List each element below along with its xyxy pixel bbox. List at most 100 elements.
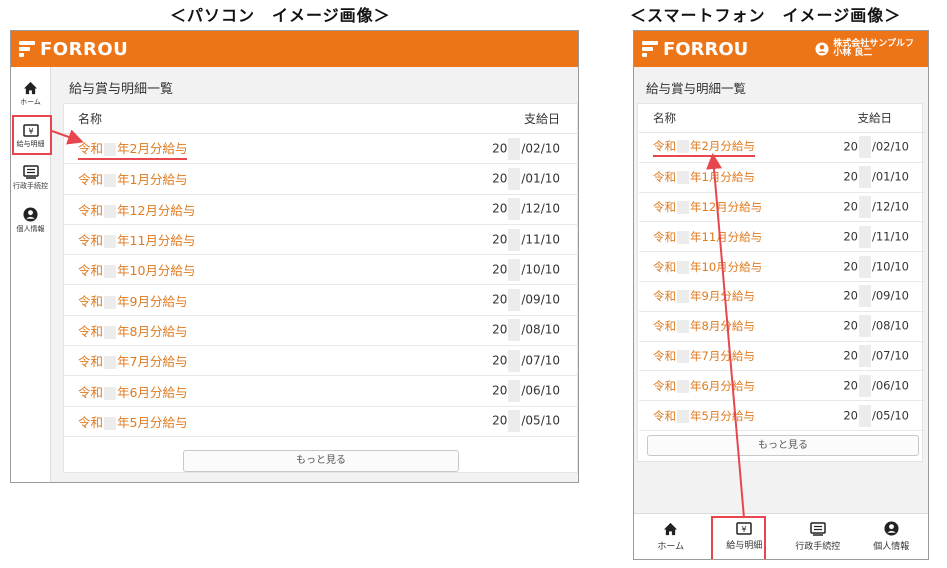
payslip-list: 名称 支給日 令和 年2月分給与 20/02/10 令和 年1月分給与 20/01/10 令… [63, 103, 578, 473]
user-menu[interactable]: 株式会社サンプルフ 小林 良二 [815, 40, 914, 58]
payslip-link[interactable]: 令和 年9月分給与 [78, 291, 187, 310]
home-icon [664, 522, 678, 535]
payslip-list: 名称 支給日 令和 年2月分給与 20/02/10 令和 年1月分給与 20/01/10 令… [637, 103, 925, 462]
table-row[interactable]: 令和 年8月分給与 20/08/10 [64, 316, 577, 347]
payslip-link[interactable]: 令和 年11月分給与 [78, 230, 195, 249]
table-row[interactable]: 令和 年5月分給与 20/05/10 [639, 401, 925, 431]
sidebar-item-home[interactable]: ホーム [11, 73, 50, 115]
table-row[interactable]: 令和 年2月分給与 20/02/10 [639, 133, 925, 163]
pay-date: 20/07/10 [843, 344, 909, 367]
pay-month-day: /09/10 [521, 292, 560, 307]
table-row[interactable]: 令和 年8月分給与 20/08/10 [639, 312, 925, 342]
masked-value [677, 349, 689, 363]
pay-date: 20/07/10 [492, 349, 560, 372]
pay-month-day: /12/10 [871, 199, 909, 214]
payslip-link[interactable]: 令和 年7月分給与 [78, 351, 187, 370]
masked-value [104, 174, 117, 188]
table-row[interactable]: 令和 年6月分給与 20/06/10 [639, 371, 925, 402]
payslip-link[interactable]: 令和 年6月分給与 [653, 378, 755, 394]
sidebar-item-payslip[interactable]: ¥ 給与明細 [11, 115, 52, 157]
payslip-link[interactable]: 令和 年12月分給与 [653, 199, 762, 215]
sidebar-item-personal[interactable]: 個人情報 [11, 199, 50, 241]
payslip-link[interactable]: 令和 年5月分給与 [653, 408, 755, 424]
payslip-link[interactable]: 令和 年10月分給与 [653, 259, 762, 275]
era-label: 令和 [653, 229, 676, 244]
table-row[interactable]: 令和 年5月分給与 20/05/10 [64, 407, 577, 437]
masked-value [858, 285, 871, 308]
table-row[interactable]: 令和 年9月分給与 20/09/10 [64, 285, 577, 316]
table-row[interactable]: 令和 年7月分給与 20/07/10 [64, 346, 577, 377]
yen-icon: ¥ [22, 123, 39, 137]
payslip-name: 年9月分給与 [117, 293, 188, 309]
payslip-name: 年10月分給与 [117, 263, 196, 279]
payslip-link[interactable]: 令和 年9月分給与 [653, 288, 755, 304]
masked-value [858, 136, 871, 159]
bottom-nav-personal[interactable]: 個人情報 [855, 514, 929, 559]
payslip-name: 年7月分給与 [117, 354, 188, 370]
payslip-link[interactable]: 令和 年1月分給与 [78, 169, 187, 188]
payslip-link[interactable]: 令和 年10月分給与 [78, 260, 195, 279]
table-row[interactable]: 令和 年7月分給与 20/07/10 [639, 342, 925, 372]
table-row[interactable]: 令和 年10月分給与 20/10/10 [639, 252, 925, 282]
masked-value [677, 260, 689, 274]
smartphone-screen: FORROU 株式会社サンプルフ 小林 良二 給与賞与明細一覧 名称 支給日 令… [633, 30, 929, 560]
logo[interactable]: FORROU [642, 39, 748, 60]
column-date-header: 支給日 [857, 111, 893, 125]
era-label: 令和 [78, 263, 104, 279]
era-label: 令和 [653, 138, 676, 153]
payslip-name: 年2月分給与 [690, 138, 755, 153]
payslip-name: 年11月分給与 [117, 233, 196, 249]
pay-month-day: /11/10 [521, 232, 560, 247]
sidebar: ホーム ¥ 給与明細 行政手続控 個人情報 [11, 67, 52, 482]
payslip-link[interactable]: 令和 年7月分給与 [653, 348, 755, 364]
pay-month-day: /11/10 [871, 229, 909, 244]
payslip-link[interactable]: 令和 年1月分給与 [653, 169, 755, 185]
table-row[interactable]: 令和 年2月分給与 20/02/10 [64, 134, 577, 165]
bottom-nav-procedures[interactable]: 行政手続控 [781, 514, 855, 559]
payslip-link[interactable]: 令和 年8月分給与 [78, 321, 187, 340]
sidebar-item-procedures[interactable]: 行政手続控 [11, 157, 50, 199]
pay-date: 20/11/10 [843, 225, 909, 248]
masked-value [104, 142, 117, 156]
pay-month-day: /08/10 [521, 322, 560, 337]
bottom-nav-home[interactable]: ホーム [634, 514, 708, 559]
era-label: 令和 [653, 408, 676, 423]
logo[interactable]: FORROU [19, 39, 128, 60]
table-row[interactable]: 令和 年1月分給与 20/01/10 [639, 163, 925, 193]
table-row[interactable]: 令和 年6月分給与 20/06/10 [64, 376, 577, 407]
table-row[interactable]: 令和 年12月分給与 20/12/10 [639, 193, 925, 223]
more-button[interactable]: もっと見る [183, 450, 459, 472]
payslip-link[interactable]: 令和 年12月分給与 [78, 200, 195, 219]
pay-year: 20 [492, 292, 508, 307]
table-row[interactable]: 令和 年9月分給与 20/09/10 [639, 282, 925, 312]
pay-year: 20 [492, 141, 508, 156]
table-row[interactable]: 令和 年12月分給与 20/12/10 [64, 195, 577, 225]
pay-month-day: /06/10 [871, 378, 909, 393]
payslip-link[interactable]: 令和 年2月分給与 [78, 138, 188, 160]
payslip-name: 年11月分給与 [690, 229, 763, 244]
table-row[interactable]: 令和 年11月分給与 20/11/10 [639, 222, 925, 253]
payslip-name: 年5月分給与 [117, 414, 188, 430]
payslip-link[interactable]: 令和 年8月分給与 [653, 318, 755, 334]
table-header: 名称 支給日 [64, 104, 577, 134]
yen-icon: ¥ [736, 522, 752, 535]
bottom-nav-payslip[interactable]: ¥ 給与明細 [708, 514, 782, 559]
payslip-link[interactable]: 令和 年11月分給与 [653, 229, 762, 245]
table-row[interactable]: 令和 年11月分給与 20/11/10 [64, 225, 577, 256]
table-row[interactable]: 令和 年10月分給与 20/10/10 [64, 255, 577, 286]
logo-text: FORROU [663, 38, 749, 60]
table-header: 名称 支給日 [639, 104, 925, 133]
pay-month-day: /05/10 [521, 413, 560, 428]
pay-month-day: /06/10 [521, 383, 560, 398]
more-button[interactable]: もっと見る [647, 434, 919, 456]
table-row[interactable]: 令和 年1月分給与 20/01/10 [64, 164, 577, 195]
masked-value [858, 374, 871, 397]
payslip-link[interactable]: 令和 年5月分給与 [78, 412, 187, 431]
logo-mark-icon [642, 41, 658, 57]
payslip-name: 年2月分給与 [117, 140, 188, 156]
payslip-link[interactable]: 令和 年2月分給与 [653, 138, 755, 157]
payslip-link[interactable]: 令和 年6月分給与 [78, 382, 187, 401]
masked-value [858, 195, 871, 218]
era-label: 令和 [653, 378, 676, 393]
era-label: 令和 [653, 170, 676, 185]
